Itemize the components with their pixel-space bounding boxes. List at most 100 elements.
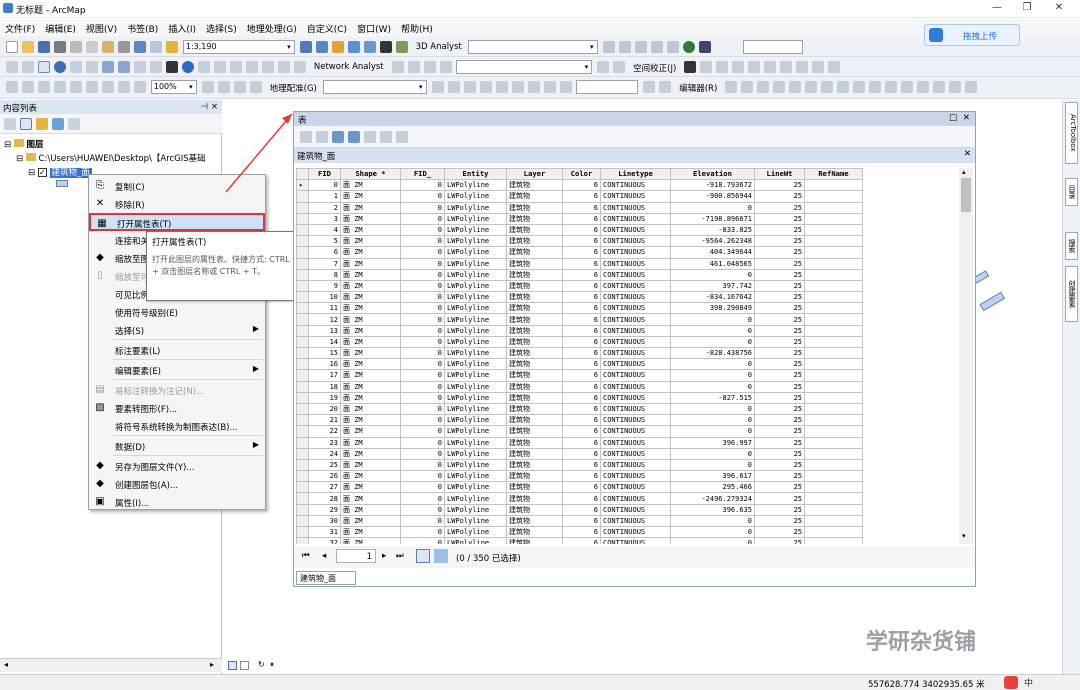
row-selector[interactable] [296,291,309,304]
context-menu-item[interactable]: 将符号系统转换为制图表达(B)... [89,417,265,435]
table-cell[interactable]: 面 ZM [340,346,401,360]
layout-tool-icon[interactable] [70,81,82,93]
table-cell[interactable]: 18 [308,380,341,393]
table-cell[interactable]: 0 [400,525,445,539]
table-cell[interactable]: 6 [562,436,601,449]
table-cell[interactable]: 6 [562,425,601,438]
table-cell[interactable]: 0 [400,358,445,371]
table-row[interactable]: 9面 ZM 0 LWPolyline 建筑物 6 CONTINUOUS 397.742 25 [296,279,863,293]
table-cell[interactable] [804,414,863,427]
table-cell[interactable]: LWPolyline [444,391,507,404]
editor-toolbar-icon[interactable] [299,41,312,53]
table-cell[interactable]: 17 [308,369,341,382]
table-cell[interactable]: LWPolyline [444,369,507,382]
table-cell[interactable]: 0 [308,179,341,192]
table-row[interactable]: 15 面 ZM 0 LWPolyline 建筑物 6 CONTINUOUS -828.4387… [296,346,863,360]
table-cell[interactable] [804,268,863,281]
spatial-adjustment-label[interactable]: 空间校正(J) [633,62,676,74]
table-cell[interactable]: LWPolyline [444,414,507,427]
table-cell[interactable]: 建筑物 [506,223,563,237]
ime-mode-icon[interactable]: 中 [1024,676,1033,689]
table-cell[interactable]: CONTINUOUS [600,525,671,539]
scroll-up-icon[interactable]: ▴ [962,168,966,176]
table-cell[interactable] [804,324,863,337]
table-cell[interactable]: -2496.279324 [670,492,755,505]
table-cell[interactable]: 建筑物 [506,402,563,416]
table-cell[interactable]: 6 [562,525,601,539]
table-cell[interactable]: LWPolyline [444,436,507,449]
adjust-tool-icon[interactable] [732,61,745,73]
table-cell[interactable]: CONTINUOUS [600,481,671,494]
table-cell[interactable]: LWPolyline [444,190,507,203]
table-row[interactable]: 31 面 ZM 0 LWPolyline 建筑物 6 CONTINUOUS 0 25 [296,525,863,539]
table-cell[interactable] [804,212,863,225]
table-cell[interactable]: 25 [754,447,805,460]
row-selector[interactable] [296,346,309,360]
row-selector[interactable] [296,391,309,404]
table-cell[interactable]: 面 ZM [340,313,401,326]
select-by-attributes-icon[interactable] [332,131,344,143]
georef-layer-combo[interactable]: ▾ [322,80,427,94]
table-cell[interactable]: 0 [670,335,755,349]
table-cell[interactable]: 0 [670,447,755,460]
table-cell[interactable]: CONTINUOUS [600,436,671,449]
edit-tool-icon[interactable] [965,81,978,93]
table-cell[interactable]: LWPolyline [444,324,507,337]
find-icon[interactable] [198,61,210,73]
table-cell[interactable]: 25 [754,291,805,304]
first-record-icon[interactable]: ⏮ [302,551,310,561]
table-cell[interactable]: CONTINUOUS [600,257,671,270]
context-menu-item[interactable]: ▣ 属性(I)... [89,493,265,511]
table-cell[interactable] [804,391,863,404]
table-cell[interactable]: CONTINUOUS [600,324,671,337]
dock-tab-arctoolbox[interactable]: ArcToolbox [1065,102,1078,164]
network-window-icon[interactable] [613,61,626,73]
row-selector[interactable] [296,268,309,281]
row-selector[interactable] [296,425,309,438]
table-cell[interactable]: 0 [400,380,445,393]
dock-tab-catalog[interactable]: 目录 [1065,178,1078,206]
table-cell[interactable]: 0 [400,246,445,259]
row-selector[interactable] [296,257,309,270]
table-cell[interactable]: 396.635 [670,503,755,516]
cut-icon[interactable] [70,41,82,53]
table-row[interactable]: 14 面 ZM 0 LWPolyline 建筑物 6 CONTINUOUS 0 25 [296,335,863,349]
table-cell[interactable]: 25 [754,525,805,539]
table-cell[interactable] [804,291,863,304]
3d-tool-icon[interactable] [618,41,631,53]
prev-record-icon[interactable]: ◂ [322,551,326,561]
menu-windows[interactable]: 窗口(W) [352,19,396,38]
table-cell[interactable]: CONTINUOUS [600,503,671,516]
table-cell[interactable]: 6 [308,246,341,259]
open-icon[interactable] [22,41,34,53]
last-record-icon[interactable]: ⏭ [396,551,404,561]
table-cell[interactable]: 6 [562,313,601,326]
table-cell[interactable] [804,335,863,349]
georef-tool-icon[interactable] [447,81,460,93]
table-cell[interactable]: LWPolyline [444,447,507,460]
table-cell[interactable]: 建筑物 [506,481,563,494]
table-cell[interactable]: 建筑物 [506,436,563,449]
layout-tool-icon[interactable] [54,81,66,93]
row-selector[interactable] [296,503,309,516]
table-cell[interactable]: LWPolyline [444,279,507,293]
column-header[interactable]: Shape * [340,168,401,181]
table-cell[interactable]: CONTINUOUS [600,447,671,460]
row-selector[interactable] [296,235,309,248]
table-cell[interactable] [804,425,863,438]
table-cell[interactable]: 建筑物 [506,190,563,203]
restore-button[interactable]: ❐ [1020,2,1034,16]
table-cell[interactable]: 28 [308,492,341,505]
minimize-button[interactable]: — [990,2,1004,16]
network-tool-icon[interactable] [423,61,436,73]
table-cell[interactable]: 面 ZM [340,514,401,528]
table-cell[interactable]: 0 [400,425,445,438]
layout-tool-icon[interactable] [217,81,230,93]
table-cell[interactable] [804,470,863,483]
table-cell[interactable]: 0 [670,380,755,393]
table-tab[interactable]: 建筑物_面 [296,571,356,585]
table-cell[interactable]: 面 ZM [340,358,401,371]
table-cell[interactable]: 0 [400,313,445,326]
column-header[interactable]: Entity [444,168,507,181]
table-cell[interactable]: -900.856944 [670,190,755,203]
